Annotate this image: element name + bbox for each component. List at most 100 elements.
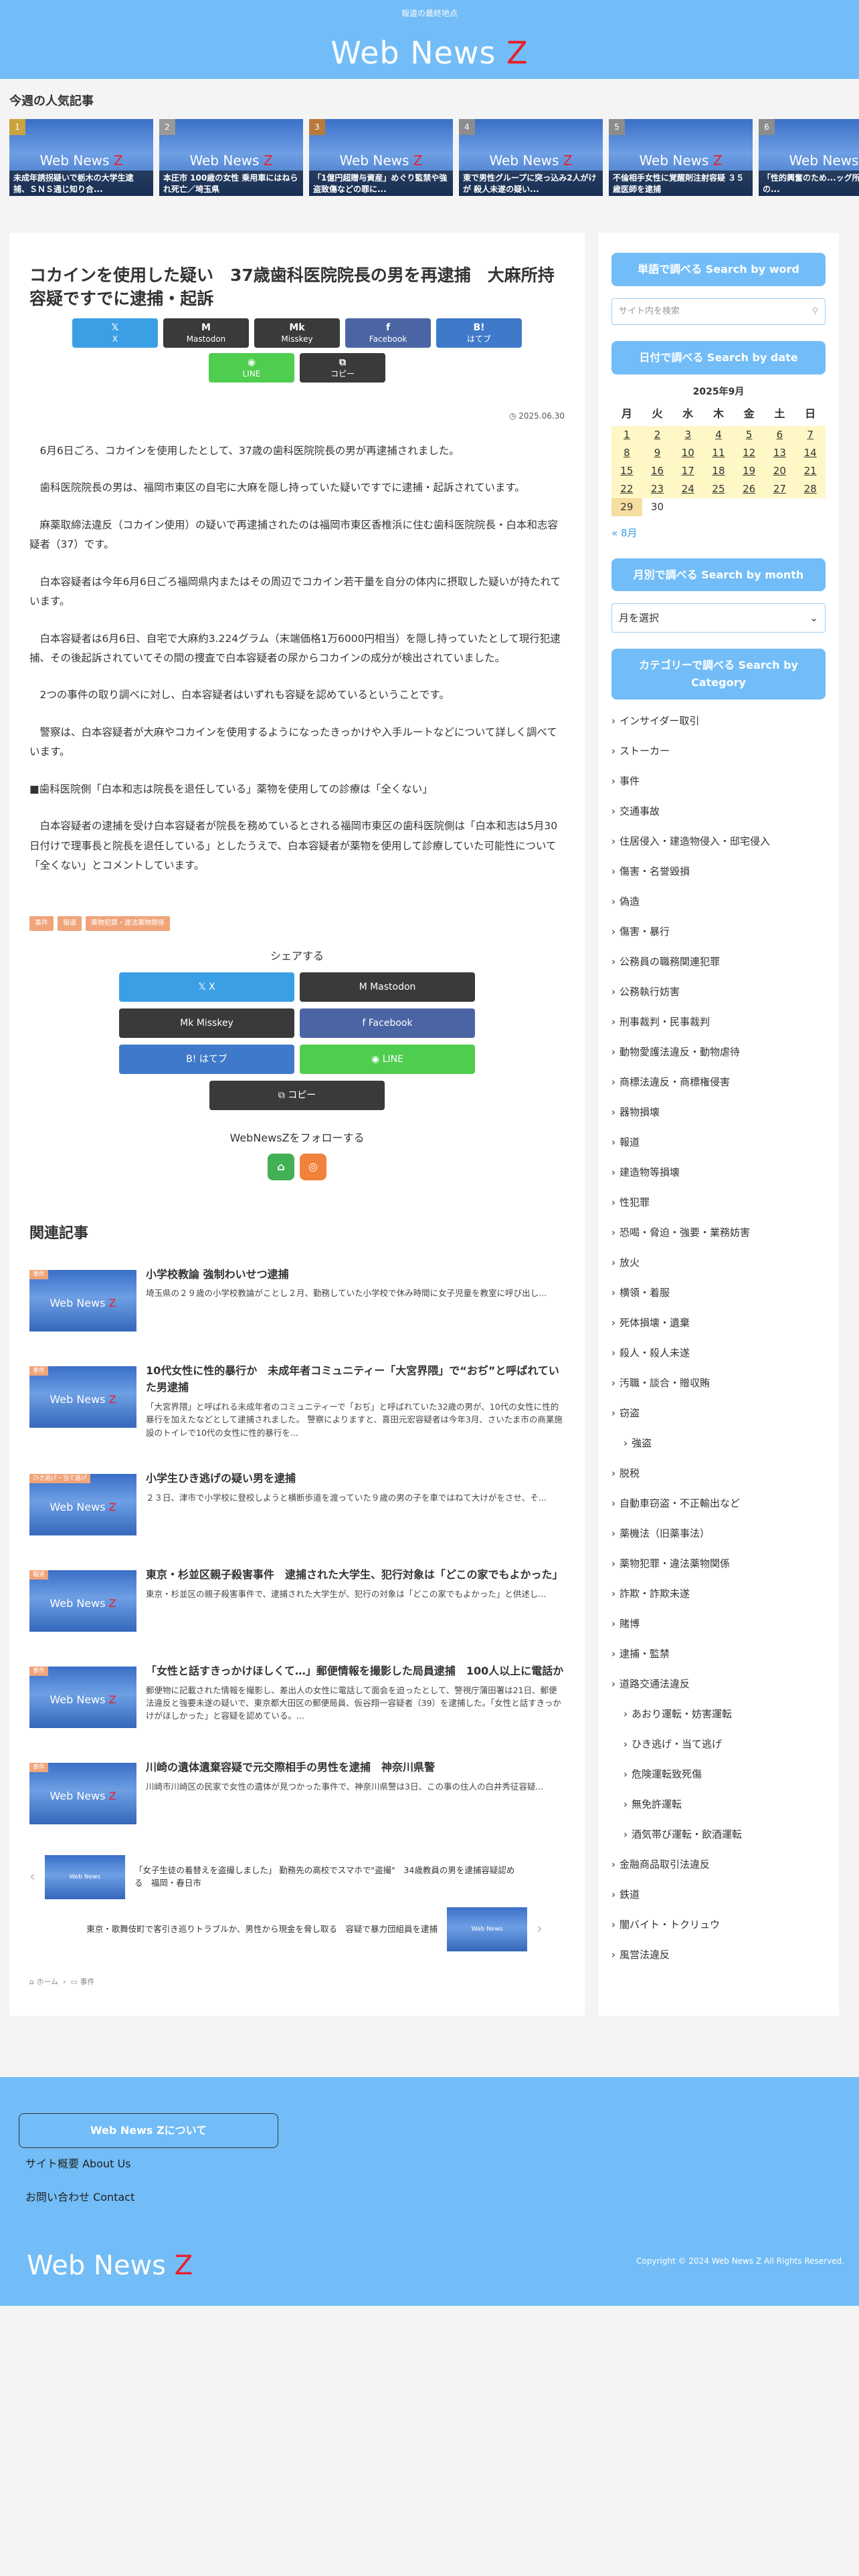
related-title[interactable]: 「女性と話すきっかけほしくて…」郵便情報を撮影した局員逮捕 100人以上に電話か: [146, 1662, 565, 1680]
calendar-day[interactable]: 16: [642, 461, 673, 480]
feedly-icon[interactable]: ⌂: [268, 1154, 294, 1181]
calendar-day[interactable]: 18: [703, 461, 734, 480]
sidebar-category-item[interactable]: 無免許運転: [611, 1790, 826, 1820]
calendar-day[interactable]: 22: [611, 479, 642, 498]
sidebar-category-item[interactable]: 横領・着服: [611, 1278, 826, 1308]
calendar-day[interactable]: 9: [642, 443, 673, 462]
sidebar-category-item[interactable]: 建造物等損壊: [611, 1158, 826, 1188]
share-hatebu-button-large[interactable]: B! はてブ: [119, 1045, 294, 1075]
sidebar-category-item[interactable]: 薬物犯罪・違法薬物関係: [611, 1549, 826, 1579]
popular-card[interactable]: 4 Web News Z 東で男性グループに突っ込み2人がけが 殺人未遂の疑い...: [459, 119, 603, 197]
sidebar-category-item[interactable]: 汚職・談合・贈収賄: [611, 1368, 826, 1398]
popular-card[interactable]: 5 Web News Z 不倫相手女性に覚醒剤注射容疑 ３５歳医師を逮捕: [609, 119, 753, 197]
sidebar-category-item[interactable]: インサイダー取引: [611, 706, 826, 736]
calendar-day[interactable]: 28: [795, 479, 826, 498]
sidebar-category-item[interactable]: ストーカー: [611, 736, 826, 766]
share-x-button-large[interactable]: 𝕏 X: [119, 972, 294, 1002]
breadcrumb-category[interactable]: ▭ 事件: [71, 1977, 95, 1986]
calendar-day[interactable]: 26: [733, 479, 765, 498]
sidebar-category-item[interactable]: 脱税: [611, 1459, 826, 1489]
rss-icon[interactable]: ◎: [300, 1154, 326, 1181]
chevron-right-icon[interactable]: ›: [537, 1916, 543, 1943]
calendar-day[interactable]: 6: [764, 425, 795, 444]
footer-link-contact[interactable]: お問い合わせ Contact: [25, 2188, 134, 2208]
popular-card[interactable]: 3 Web News Z 「1億円超贈与資産」めぐり監禁や強盗致傷などの罪に...: [309, 119, 453, 197]
share-mastodon-button[interactable]: M Mastodon: [163, 318, 249, 348]
related-thumbnail[interactable]: 報道 Web News Z: [29, 1570, 136, 1632]
footer-link-about[interactable]: サイト概要 About Us: [25, 2155, 131, 2174]
sidebar-category-item[interactable]: 公務執行妨害: [611, 977, 826, 1007]
share-copy-button-large[interactable]: ⧉ コピー: [209, 1081, 385, 1111]
next-title[interactable]: 東京・歌舞伎町で客引き巡りトラブルか、男性から現金を脅し取る 容疑で暴力団組員を…: [29, 1923, 438, 1936]
sidebar-category-item[interactable]: 動物愛護法違反・動物虐待: [611, 1037, 826, 1067]
related-item[interactable]: 事件 Web News Z 「女性と話すきっかけほしくて…」郵便情報を撮影した局員逮…: [29, 1662, 565, 1729]
sidebar-category-item[interactable]: 死体損壊・遺棄: [611, 1308, 826, 1338]
calendar-day[interactable]: 14: [795, 443, 826, 462]
share-facebook-button[interactable]: f Facebook: [345, 318, 431, 348]
share-misskey-button[interactable]: Mk Misskey: [254, 318, 340, 348]
related-title[interactable]: 東京・杉並区親子殺害事件 逮捕された大学生、犯行対象は「どこの家でもよかった」: [146, 1566, 563, 1584]
related-thumbnail[interactable]: 事件 Web News Z: [29, 1667, 136, 1729]
related-title[interactable]: 10代女性に性的暴行か 未成年者コミュニティー「大宮界隈」で“おぢ”と呼ばれてい…: [146, 1362, 565, 1396]
sidebar-category-item[interactable]: 道路交通法違反: [611, 1669, 826, 1699]
category-tag[interactable]: 事件: [29, 916, 54, 931]
sidebar-category-item[interactable]: あおり運転・妨害運転: [611, 1699, 826, 1729]
sidebar-category-item[interactable]: 自動車窃盗・不正輸出など: [611, 1489, 826, 1519]
sidebar-category-item[interactable]: 公務員の職務関連犯罪: [611, 947, 826, 977]
calendar-day[interactable]: 7: [795, 425, 826, 444]
calendar-day[interactable]: 19: [733, 461, 765, 480]
calendar-day[interactable]: 5: [733, 425, 765, 444]
related-title[interactable]: 川崎の遺体遺棄容疑で元交際相手の男性を逮捕 神奈川県警: [146, 1759, 543, 1776]
related-item[interactable]: 事件 Web News Z 10代女性に性的暴行か 未成年者コミュニティー「大宮界隈…: [29, 1362, 565, 1439]
related-thumbnail[interactable]: ひき逃げ・当て逃げ Web News Z: [29, 1474, 136, 1536]
category-tag[interactable]: 薬物犯罪・違法薬物関係: [86, 916, 170, 931]
calendar-day[interactable]: 2: [642, 425, 673, 444]
sidebar-category-item[interactable]: ひき逃げ・当て逃げ: [611, 1729, 826, 1759]
search-icon[interactable]: ⚲: [812, 304, 818, 319]
share-line-button-large[interactable]: ◉ LINE: [300, 1045, 475, 1075]
calendar-day[interactable]: 8: [611, 443, 642, 462]
related-item[interactable]: 事件 Web News Z 小学校教論 強制わいせつ逮捕 埼玉県の２９歳の小学校教論が…: [29, 1266, 565, 1331]
popular-card[interactable]: 6 Web News Z「性的興奮のため...ッグ所持、容疑の...: [759, 119, 859, 197]
sidebar-category-item[interactable]: 逮捕・監禁: [611, 1639, 826, 1669]
related-title[interactable]: 小学生ひき逃げの疑い男を逮捕: [146, 1470, 547, 1487]
sidebar-category-item[interactable]: 刑事裁判・民事裁判: [611, 1007, 826, 1037]
sidebar-category-item[interactable]: 殺人・殺人未遂: [611, 1338, 826, 1368]
calendar-day[interactable]: 1: [611, 425, 642, 444]
about-button[interactable]: Web News Zについて: [19, 2113, 278, 2148]
prev-title[interactable]: 「女子生徒の着替えを盗撮しました」 勤務先の高校でスマホで"盗撮" 34歳教員の…: [134, 1864, 522, 1890]
sidebar-category-item[interactable]: 報道: [611, 1128, 826, 1158]
sidebar-category-item[interactable]: 傷害・暴行: [611, 917, 826, 947]
related-title[interactable]: 小学校教論 強制わいせつ逮捕: [146, 1266, 547, 1283]
calendar-day[interactable]: 25: [703, 479, 734, 498]
calendar-day[interactable]: 13: [764, 443, 795, 462]
calendar-day[interactable]: 15: [611, 461, 642, 480]
share-hatebu-button[interactable]: B! はてブ: [436, 318, 522, 348]
sidebar-category-item[interactable]: 闇バイト・トクリュウ: [611, 1910, 826, 1940]
breadcrumb-home[interactable]: ⌂ ホーム: [29, 1977, 58, 1986]
sidebar-category-item[interactable]: 酒気帯び運転・飲酒運転: [611, 1820, 826, 1850]
sidebar-category-item[interactable]: 強盗: [611, 1428, 826, 1459]
share-mastodon-button-large[interactable]: M Mastodon: [300, 972, 475, 1002]
month-select[interactable]: 月を選択 ⌄: [611, 603, 826, 633]
category-tag[interactable]: 報道: [58, 916, 82, 931]
popular-card[interactable]: 2 Web News Z 本圧市 100歳の女性 乗用車にはねられ死亡／埼玉県: [159, 119, 303, 197]
share-copy-button[interactable]: ⧉ コピー: [300, 353, 385, 383]
chevron-left-icon[interactable]: ‹: [29, 1864, 35, 1891]
sidebar-category-item[interactable]: 窃盗: [611, 1398, 826, 1428]
related-item[interactable]: ひき逃げ・当て逃げ Web News Z 小学生ひき逃げの疑い男を逮捕 ２３日、津市で…: [29, 1470, 565, 1536]
search-input[interactable]: サイト内を検索 ⚲: [611, 298, 826, 325]
related-thumbnail[interactable]: 事件 Web News Z: [29, 1366, 136, 1428]
calendar-day[interactable]: 11: [703, 443, 734, 462]
calendar-day[interactable]: 21: [795, 461, 826, 480]
related-thumbnail[interactable]: 事件 Web News Z: [29, 1269, 136, 1331]
calendar-day[interactable]: 12: [733, 443, 765, 462]
share-facebook-button-large[interactable]: f Facebook: [300, 1008, 475, 1039]
calendar-day[interactable]: 27: [764, 479, 795, 498]
sidebar-category-item[interactable]: 放火: [611, 1248, 826, 1278]
sidebar-category-item[interactable]: 風営法違反: [611, 1940, 826, 1970]
share-line-button[interactable]: ◉ LINE: [209, 353, 294, 383]
sidebar-category-item[interactable]: 商標法違反・商標権侵害: [611, 1067, 826, 1097]
footer-logo[interactable]: Web News Z: [27, 2242, 193, 2290]
sidebar-category-item[interactable]: 危険運転致死傷: [611, 1759, 826, 1790]
